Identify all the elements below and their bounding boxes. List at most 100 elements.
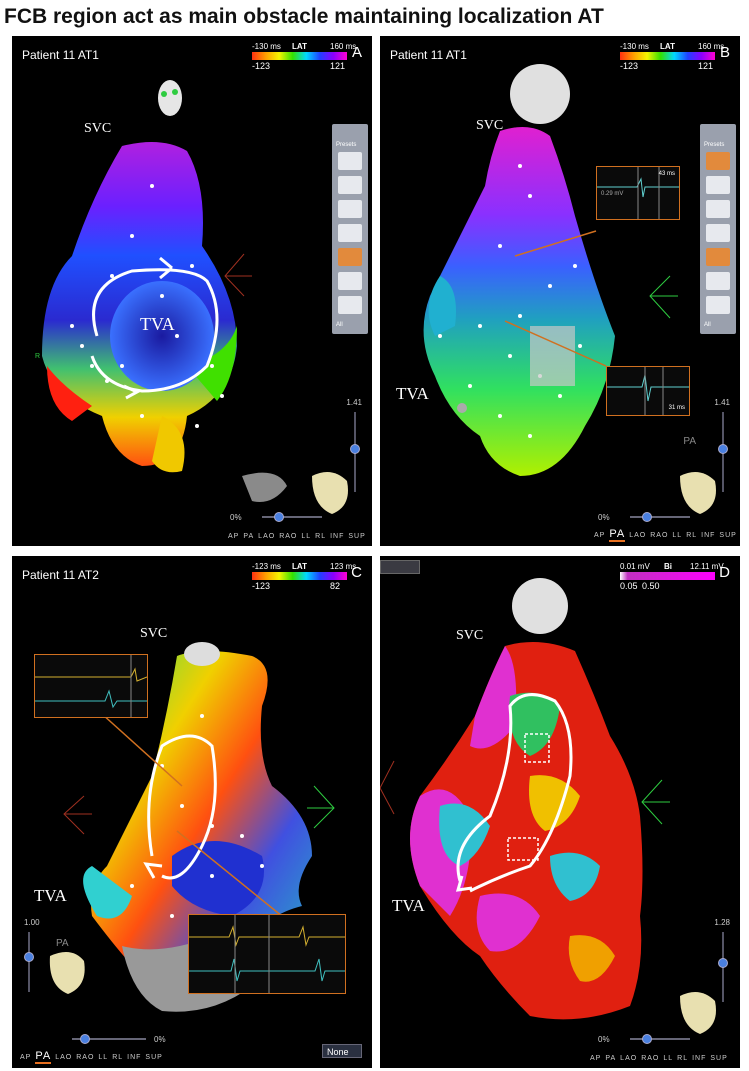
tool-button-b5[interactable] [706,248,730,266]
view-ll-a[interactable]: LL [301,533,311,540]
view-ll-d[interactable]: LL [663,1055,673,1062]
view-sup-a[interactable]: SUP [348,533,365,540]
egm-top-amplitude-b: 0.29 mV [601,191,624,197]
tva-label-b: TVA [396,384,429,403]
tva-label-a: TVA [140,314,175,334]
figure-title: FCB region act as main obstacle maintain… [4,5,604,28]
opacity-knob-b[interactable] [642,512,652,522]
lat-label-c: LAT [292,562,307,571]
opacity-slider-d[interactable] [630,1038,690,1040]
patient-label-c: Patient 11 AT2 [22,568,99,582]
view-sup-c[interactable]: SUP [145,1054,162,1061]
orientation-label-c: PA [56,938,69,949]
voltage-map-d [380,578,716,1034]
view-buttons-c: AP PA LAO RAO LL RL INF SUP [20,1050,167,1064]
view-rl-c[interactable]: RL [112,1054,123,1061]
bi-low-d: 0.05 [620,581,638,591]
bipolar-scale-d: 0.01 mV Bi 12.11 mV 0.05 0.50 [620,562,730,592]
map-select-dropdown-c[interactable]: None [322,1044,362,1058]
lat-colorbar-a[interactable] [252,52,347,60]
view-pa-c[interactable]: PA [35,1050,52,1064]
view-rl-d[interactable]: RL [677,1055,688,1062]
lat-max-c: 123 ms [330,562,357,571]
view-inf-a[interactable]: INF [330,533,344,540]
view-lao-a[interactable]: LAO [258,533,275,540]
opacity-knob-c[interactable] [80,1034,90,1044]
lat-min-a: -130 ms [252,42,281,51]
opacity-slider-b[interactable] [630,516,690,518]
map-select-dropdown-d[interactable] [380,560,420,574]
view-inf-d[interactable]: INF [692,1055,706,1062]
tool-button-b2[interactable] [706,176,730,194]
tool-button-a7[interactable] [338,296,362,314]
lat-label-a: LAT [292,42,307,51]
opacity-knob-d[interactable] [642,1034,652,1044]
tool-button-a2[interactable] [338,176,362,194]
tool-button-b6[interactable] [706,272,730,290]
view-lao-d[interactable]: LAO [620,1055,637,1062]
lat-high-a: 121 [330,61,346,71]
view-ll-b[interactable]: LL [672,532,682,539]
view-rl-b[interactable]: RL [686,532,697,539]
view-lao-b[interactable]: LAO [629,532,646,539]
view-pa-b[interactable]: PA [609,528,626,542]
zoom-value-a: 1.41 [346,398,362,407]
view-ap-a[interactable]: AP [228,533,239,540]
opacity-value-d: 0% [598,1035,610,1044]
lat-colorbar-c[interactable] [252,572,347,580]
opacity-slider-a[interactable] [262,516,322,518]
lat-colorbar-b[interactable] [620,52,715,60]
view-buttons-b: AP PA LAO RAO LL RL INF SUP [594,528,740,542]
view-rao-c[interactable]: RAO [76,1054,94,1061]
opacity-value-c: 0% [154,1035,166,1044]
view-inf-c[interactable]: INF [127,1054,141,1061]
bi-mid-d: 0.50 [642,581,660,591]
tool-button-b7[interactable] [706,296,730,314]
tool-button-a5[interactable] [338,248,362,266]
zoom-knob-d[interactable] [718,958,728,968]
view-ap-d[interactable]: AP [590,1055,601,1062]
opacity-knob-a[interactable] [274,512,284,522]
presets-label-b: Presets [704,142,725,148]
view-sup-d[interactable]: SUP [710,1055,727,1062]
zoom-value-c: 1.00 [24,918,40,927]
tool-button-a4[interactable] [338,224,362,242]
view-rao-d[interactable]: RAO [641,1055,659,1062]
tool-button-b1[interactable] [706,152,730,170]
view-lao-c[interactable]: LAO [55,1054,72,1061]
view-rl-a[interactable]: RL [315,533,326,540]
egm-box-bottom-c [188,914,346,994]
view-rao-a[interactable]: RAO [279,533,297,540]
zoom-knob-a[interactable] [350,444,360,454]
egm-bottom-interval-b: 31 ms [668,405,685,411]
tool-button-b4[interactable] [706,224,730,242]
tool-button-b3[interactable] [706,200,730,218]
view-ap-b[interactable]: AP [594,532,605,539]
all-select-a[interactable]: All [336,322,343,328]
tva-label-d: TVA [392,896,425,915]
view-ll-c[interactable]: LL [98,1054,108,1061]
view-inf-b[interactable]: INF [701,532,715,539]
bi-colorbar-d[interactable] [620,572,715,580]
zoom-knob-c[interactable] [24,952,34,962]
lat-scale-b: -130 ms LAT 160 ms -123 121 [620,42,730,72]
tool-button-a1[interactable] [338,152,362,170]
svc-label-a: SVC [84,121,112,136]
panel-c: Patient 11 AT2 C -123 ms LAT 123 ms -123… [12,556,372,1068]
view-ap-c[interactable]: AP [20,1054,31,1061]
lat-max-b: 160 ms [698,42,725,51]
lat-scale-a: -130 ms LAT 160 ms -123 121 [252,42,362,72]
view-pa-a[interactable]: PA [243,533,254,540]
zoom-slider-c[interactable] [28,932,30,992]
tool-button-a6[interactable] [338,272,362,290]
lat-scale-c: -123 ms LAT 123 ms -123 82 [252,562,362,592]
all-select-b[interactable]: All [704,322,711,328]
zoom-knob-b[interactable] [718,444,728,454]
lat-high-b: 121 [698,61,714,71]
view-pa-d[interactable]: PA [605,1055,616,1062]
view-rao-b[interactable]: RAO [650,532,668,539]
toolbar-a: Presets All [332,124,368,334]
panel-d: D 0.01 mV Bi 12.11 mV 0.05 0.50 SVC TVA … [380,556,740,1068]
tool-button-a3[interactable] [338,200,362,218]
view-sup-b[interactable]: SUP [719,532,736,539]
